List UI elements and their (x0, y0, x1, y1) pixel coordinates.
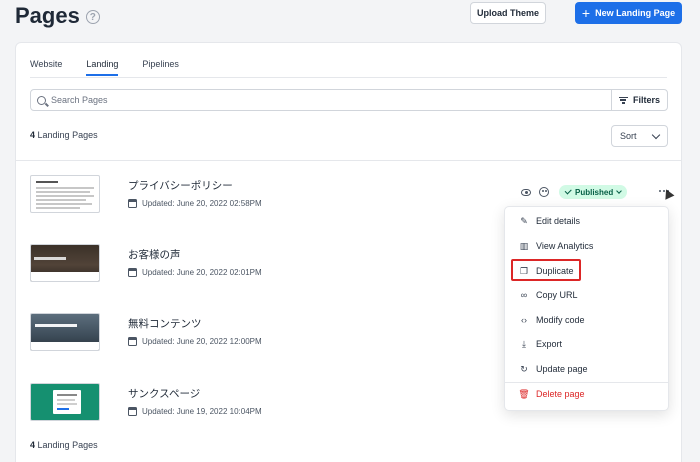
tabs-divider (30, 77, 667, 78)
tab-pipelines-label: Pipelines (142, 59, 179, 69)
page-thumbnail[interactable] (30, 313, 100, 351)
menu-item-label: Delete page (536, 389, 585, 399)
refresh-icon: ↻ (520, 363, 528, 374)
menu-item-copy-url[interactable]: ∞ Copy URL (505, 284, 668, 306)
filter-icon (618, 96, 628, 104)
tab-landing[interactable]: Landing (86, 59, 119, 76)
page-title-link[interactable]: サンクスページ (128, 386, 200, 401)
page-updated: Updated: June 20, 2022 12:00PM (128, 337, 262, 346)
page-count-number: 4 (30, 440, 36, 450)
menu-item-modify-code[interactable]: ‹› Modify code (505, 309, 668, 331)
menu-item-export[interactable]: ⤓ Export (505, 333, 668, 355)
bar-chart-icon: ▥ (519, 240, 529, 251)
filters-label: Filters (632, 95, 660, 105)
eye-icon[interactable] (521, 188, 531, 196)
filters-button[interactable]: Filters (611, 89, 668, 111)
sort-dropdown[interactable]: Sort (611, 125, 668, 147)
page-count-label: Landing Pages (37, 130, 98, 140)
search-box (30, 89, 612, 111)
page-title-link[interactable]: お客様の声 (128, 247, 181, 262)
page-count-bottom: 4 Landing Pages (30, 440, 98, 450)
question-circle-icon[interactable]: ? (85, 10, 100, 24)
menu-item-label: Export (536, 339, 563, 349)
page-count-number: 4 (30, 130, 36, 140)
tab-landing-label: Landing (86, 59, 119, 69)
search-input[interactable] (51, 95, 571, 105)
list-divider (16, 160, 681, 161)
status-badge[interactable]: Published (559, 185, 628, 199)
page-title-link[interactable]: 無料コンテンツ (128, 316, 202, 331)
menu-item-edit-details[interactable]: ✎ Edit details (505, 210, 668, 232)
search-icon (37, 95, 46, 105)
chevron-down-icon (616, 188, 623, 194)
link-icon: ∞ (520, 290, 528, 300)
row-actions: Published (521, 185, 628, 199)
download-icon: ⤓ (522, 338, 526, 349)
page-updated-text: Updated: June 19, 2022 10:04PM (142, 407, 262, 416)
page-actions-menu: ✎ Edit details ▥ View Analytics ❐ Duplic… (504, 206, 669, 411)
menu-item-label: Modify code (536, 315, 585, 325)
chevron-down-icon (651, 130, 661, 139)
page-updated-text: Updated: June 20, 2022 12:00PM (142, 337, 262, 346)
check-icon (564, 187, 572, 195)
pencil-icon: ✎ (520, 215, 528, 226)
sort-label: Sort (620, 131, 637, 141)
new-landing-page-label: New Landing Page (595, 8, 676, 18)
menu-item-label: Edit details (536, 216, 581, 226)
page-updated-text: Updated: June 20, 2022 02:58PM (142, 199, 262, 208)
tab-website[interactable]: Website (30, 59, 62, 76)
page-updated: Updated: June 19, 2022 10:04PM (128, 407, 262, 416)
calendar-icon (128, 407, 137, 416)
page-thumbnail[interactable] (30, 244, 100, 282)
calendar-icon (128, 337, 137, 346)
calendar-icon (128, 199, 137, 208)
status-label: Published (575, 187, 614, 197)
page-updated: Updated: June 20, 2022 02:01PM (128, 268, 262, 277)
page-count-label: Landing Pages (37, 440, 98, 450)
page-count-top: 4 Landing Pages (30, 130, 98, 140)
palette-icon[interactable] (539, 187, 549, 197)
tab-bar: Website Landing Pipelines (30, 59, 179, 76)
page-thumbnail[interactable] (30, 383, 100, 421)
page-title-link[interactable]: プライバシーポリシー (128, 178, 233, 193)
menu-item-view-analytics[interactable]: ▥ View Analytics (505, 235, 668, 257)
upload-theme-button[interactable]: Upload Theme (470, 2, 546, 24)
trash-icon: 🗑 (518, 388, 530, 399)
page-updated: Updated: June 20, 2022 02:58PM (128, 199, 262, 208)
tab-website-label: Website (30, 59, 63, 69)
menu-item-label: Copy URL (536, 290, 578, 300)
calendar-icon (128, 268, 137, 277)
page-title: Pages ? (15, 3, 100, 29)
upload-theme-label: Upload Theme (476, 8, 539, 18)
page-title-text: Pages (15, 3, 80, 28)
menu-item-label: View Analytics (536, 241, 594, 251)
code-icon: ‹› (521, 315, 527, 325)
menu-item-label: Update page (536, 364, 588, 374)
menu-item-update-page[interactable]: ↻ Update page (505, 358, 668, 380)
tab-pipelines[interactable]: Pipelines (142, 59, 179, 76)
page-updated-text: Updated: June 20, 2022 02:01PM (142, 268, 262, 277)
new-landing-page-button[interactable]: + New Landing Page (575, 2, 682, 24)
plus-icon: + (581, 5, 591, 21)
page-thumbnail[interactable] (30, 175, 100, 213)
duplicate-highlight-box (511, 259, 581, 281)
menu-item-delete-page[interactable]: 🗑 Delete page (505, 383, 668, 405)
